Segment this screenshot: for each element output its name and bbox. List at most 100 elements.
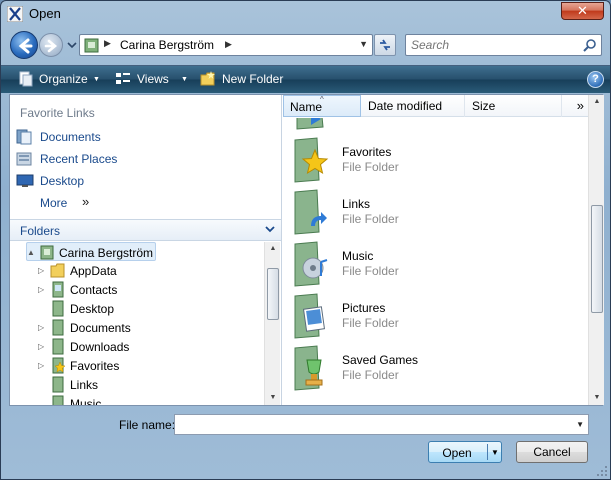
tree-expander-icon[interactable]: ▲ (27, 248, 35, 257)
folder-tree-scrollbar[interactable]: ▲ ▼ (264, 242, 280, 405)
resize-grip-icon[interactable] (596, 465, 608, 477)
tree-expander-icon[interactable]: ▷ (38, 323, 44, 332)
more-columns-chevron-icon[interactable]: » (577, 98, 584, 113)
views-icon (116, 73, 130, 84)
file-item[interactable]: File Folder (289, 118, 584, 133)
file-name: Saved Games (342, 353, 419, 367)
file-type: File Folder (342, 368, 399, 382)
help-button[interactable]: ? (587, 71, 604, 88)
tree-item-user-folder[interactable]: ▲ Carina Bergström (26, 242, 156, 261)
file-list: File Folder Favorites File Folder Li (283, 118, 588, 405)
favorite-links-header: Favorite Links (20, 106, 95, 120)
tree-item-appdata[interactable]: ▷ AppData (38, 261, 148, 280)
breadcrumb-current[interactable]: Carina Bergström (120, 38, 214, 52)
forward-arrow-icon (44, 39, 58, 53)
saved-games-folder-icon (294, 345, 323, 391)
new-folder-button[interactable]: New Folder (222, 72, 283, 88)
file-item[interactable]: Links File Folder (289, 188, 584, 238)
address-bar[interactable]: ▶ Carina Bergström ▶ ▼ (79, 34, 373, 56)
new-folder-icon (200, 71, 215, 86)
file-item[interactable]: Music File Folder (289, 240, 584, 290)
forward-button[interactable] (39, 33, 63, 57)
contacts-folder-icon (52, 281, 64, 298)
search-box[interactable] (405, 34, 602, 56)
organize-caret-icon[interactable]: ▼ (93, 76, 100, 83)
tree-item-label: Documents (70, 321, 131, 335)
favorite-link-more[interactable]: More » (16, 193, 271, 213)
favorite-link-label: Desktop (40, 174, 85, 188)
folders-header: Folders (20, 224, 61, 238)
music-folder-icon (52, 395, 64, 405)
recent-pages-chevron-icon[interactable] (66, 39, 78, 51)
navigation-pane: Favorite Links Documents Recent Places D… (10, 95, 282, 405)
open-options-caret-icon[interactable]: ▼ (491, 448, 499, 457)
links-folder-icon (294, 189, 327, 235)
file-name-combobox[interactable]: ▼ (174, 414, 589, 435)
favorite-link-desktop[interactable]: Desktop (16, 171, 271, 191)
file-item[interactable]: Favorites File Folder (289, 136, 584, 186)
file-item[interactable]: Pictures File Folder (289, 292, 584, 342)
address-dropdown-icon[interactable]: ▼ (359, 39, 368, 49)
open-button[interactable]: Open ▼ (428, 441, 502, 463)
recent-places-icon (16, 152, 32, 166)
scroll-thumb[interactable] (267, 268, 279, 320)
scroll-down-arrow-icon[interactable]: ▼ (589, 391, 605, 405)
tree-item-desktop[interactable]: Desktop (38, 299, 148, 318)
documents-icon (16, 129, 32, 145)
file-type: File Folder (342, 160, 399, 174)
user-folder-icon (84, 38, 99, 53)
file-list-scrollbar[interactable]: ▲ ▼ (588, 95, 604, 405)
favorite-link-documents[interactable]: Documents (16, 127, 271, 147)
cancel-button[interactable]: Cancel (516, 441, 588, 463)
tree-item-links[interactable]: Links (38, 375, 148, 394)
organize-button[interactable]: Organize (39, 72, 88, 88)
navigation-bar: ▶ Carina Bergström ▶ ▼ (1, 29, 610, 63)
search-input[interactable] (411, 38, 576, 52)
file-type: File Folder (342, 118, 399, 121)
folders-bar[interactable]: Folders (10, 219, 281, 241)
tree-item-label: Favorites (70, 359, 120, 373)
tree-expander-icon[interactable]: ▷ (38, 285, 44, 294)
organize-icon (19, 71, 33, 87)
tree-expander-icon[interactable]: ▷ (38, 342, 44, 351)
refresh-button[interactable] (374, 34, 396, 56)
downloads-folder-icon (52, 338, 64, 355)
tree-item-downloads[interactable]: ▷ Downloads (38, 337, 148, 356)
file-name: Links (342, 197, 371, 211)
file-name-input[interactable] (178, 417, 568, 432)
links-folder-icon (52, 376, 64, 393)
tree-item-favorites[interactable]: ▷ Favorites (38, 356, 148, 375)
file-item[interactable]: Saved Games File Folder (289, 344, 584, 394)
column-header-size[interactable]: Size (466, 95, 562, 117)
tree-expander-icon[interactable]: ▷ (38, 266, 44, 275)
chevron-down-icon[interactable]: ▼ (576, 420, 584, 429)
scroll-up-arrow-icon[interactable]: ▲ (265, 242, 281, 256)
tree-item-music[interactable]: Music (38, 394, 148, 405)
tree-item-label: Links (70, 378, 99, 392)
file-name: Favorites (342, 145, 392, 159)
back-button[interactable] (10, 31, 38, 59)
open-button-label: Open (442, 446, 472, 460)
chevron-down-icon[interactable] (265, 224, 275, 234)
search-icon[interactable] (583, 38, 597, 52)
tree-expander-icon[interactable]: ▷ (38, 361, 44, 370)
column-header-label: Name (290, 100, 323, 114)
more-label: More (40, 196, 68, 210)
breadcrumb-separator-icon[interactable]: ▶ (104, 38, 111, 49)
back-arrow-icon (18, 38, 33, 54)
column-header-name[interactable]: ^ Name (283, 95, 361, 117)
scroll-thumb[interactable] (591, 205, 603, 313)
tree-item-documents[interactable]: ▷ Documents (38, 318, 148, 337)
favorite-link-recent-places[interactable]: Recent Places (16, 149, 271, 169)
scroll-down-arrow-icon[interactable]: ▼ (265, 391, 281, 405)
scroll-up-arrow-icon[interactable]: ▲ (589, 95, 605, 109)
views-caret-icon[interactable]: ▼ (181, 76, 188, 83)
views-button[interactable]: Views (137, 72, 169, 88)
close-button[interactable]: ✕ (561, 2, 604, 20)
file-list-pane: ^ Name Date modified Size » Favorites Fi… (283, 95, 604, 405)
column-header-row: ^ Name Date modified Size » (283, 95, 588, 117)
column-header-date-modified[interactable]: Date modified (362, 95, 465, 117)
breadcrumb-arrow-icon[interactable]: ▶ (225, 39, 232, 50)
sort-ascending-icon: ^ (320, 95, 324, 104)
tree-item-contacts[interactable]: ▷ Contacts (38, 280, 148, 299)
